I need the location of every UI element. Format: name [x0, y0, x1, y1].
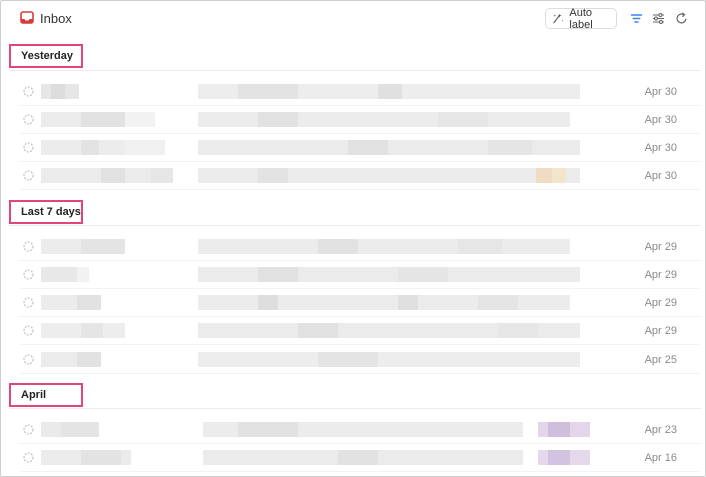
section-divider — [9, 70, 701, 71]
email-row[interactable]: Apr 29 — [9, 317, 701, 345]
email-row[interactable]: Apr 30 — [9, 106, 701, 134]
select-circle-icon[interactable] — [23, 354, 34, 365]
email-row[interactable]: Apr 25 — [9, 346, 701, 374]
email-row[interactable]: Apr 30 — [9, 162, 701, 190]
email-row[interactable]: Apr 16 — [9, 444, 701, 472]
email-date: Apr 30 — [644, 170, 677, 182]
select-circle-icon[interactable] — [23, 297, 34, 308]
section-label: Yesterday — [21, 50, 73, 62]
section-header: April — [9, 383, 83, 407]
row-divider — [19, 373, 701, 374]
email-row[interactable]: Apr 29 — [9, 233, 701, 261]
email-date: Apr 16 — [644, 452, 677, 464]
email-date: Apr 29 — [644, 325, 677, 337]
email-date: Apr 30 — [644, 114, 677, 126]
email-date: Apr 23 — [644, 424, 677, 436]
auto-label-icon — [553, 13, 564, 24]
page-title: Inbox — [40, 11, 72, 26]
select-circle-icon[interactable] — [23, 452, 34, 463]
filter-icon[interactable] — [630, 12, 643, 25]
email-row[interactable]: Apr 30 — [9, 78, 701, 106]
sliders-icon[interactable] — [652, 12, 665, 25]
select-circle-icon[interactable] — [23, 170, 34, 181]
select-circle-icon[interactable] — [23, 269, 34, 280]
select-circle-icon[interactable] — [23, 142, 34, 153]
email-client-window: Inbox Auto label Yesterday Apr 30 Apr 30… — [0, 0, 706, 477]
email-date: Apr 30 — [644, 86, 677, 98]
email-date: Apr 29 — [644, 297, 677, 309]
section-divider — [9, 408, 701, 409]
row-divider — [19, 189, 701, 190]
email-row[interactable]: Apr 29 — [9, 289, 701, 317]
email-date: Apr 30 — [644, 142, 677, 154]
row-divider — [19, 344, 701, 345]
select-circle-icon[interactable] — [23, 241, 34, 252]
email-row[interactable]: Apr 30 — [9, 134, 701, 162]
email-date: Apr 25 — [644, 354, 677, 366]
refresh-icon[interactable] — [675, 12, 688, 25]
select-circle-icon[interactable] — [23, 424, 34, 435]
auto-label-text: Auto label — [569, 6, 593, 31]
select-circle-icon[interactable] — [23, 114, 34, 125]
select-circle-icon[interactable] — [23, 86, 34, 97]
auto-label-button[interactable]: Auto label — [545, 6, 617, 31]
section-label: April — [21, 389, 47, 401]
select-circle-icon[interactable] — [23, 325, 34, 336]
email-row[interactable]: Apr 23 — [9, 416, 701, 444]
email-date: Apr 29 — [644, 269, 677, 281]
row-divider — [19, 471, 701, 472]
section-header: Yesterday — [9, 44, 83, 68]
section-label: Last 7 days — [21, 206, 81, 218]
email-date: Apr 29 — [644, 241, 677, 253]
section-divider — [9, 225, 701, 226]
inbox-header: Inbox Auto label — [1, 1, 705, 37]
email-row[interactable]: Apr 29 — [9, 261, 701, 289]
inbox-tray-icon — [20, 11, 34, 24]
section-header: Last 7 days — [9, 200, 83, 224]
